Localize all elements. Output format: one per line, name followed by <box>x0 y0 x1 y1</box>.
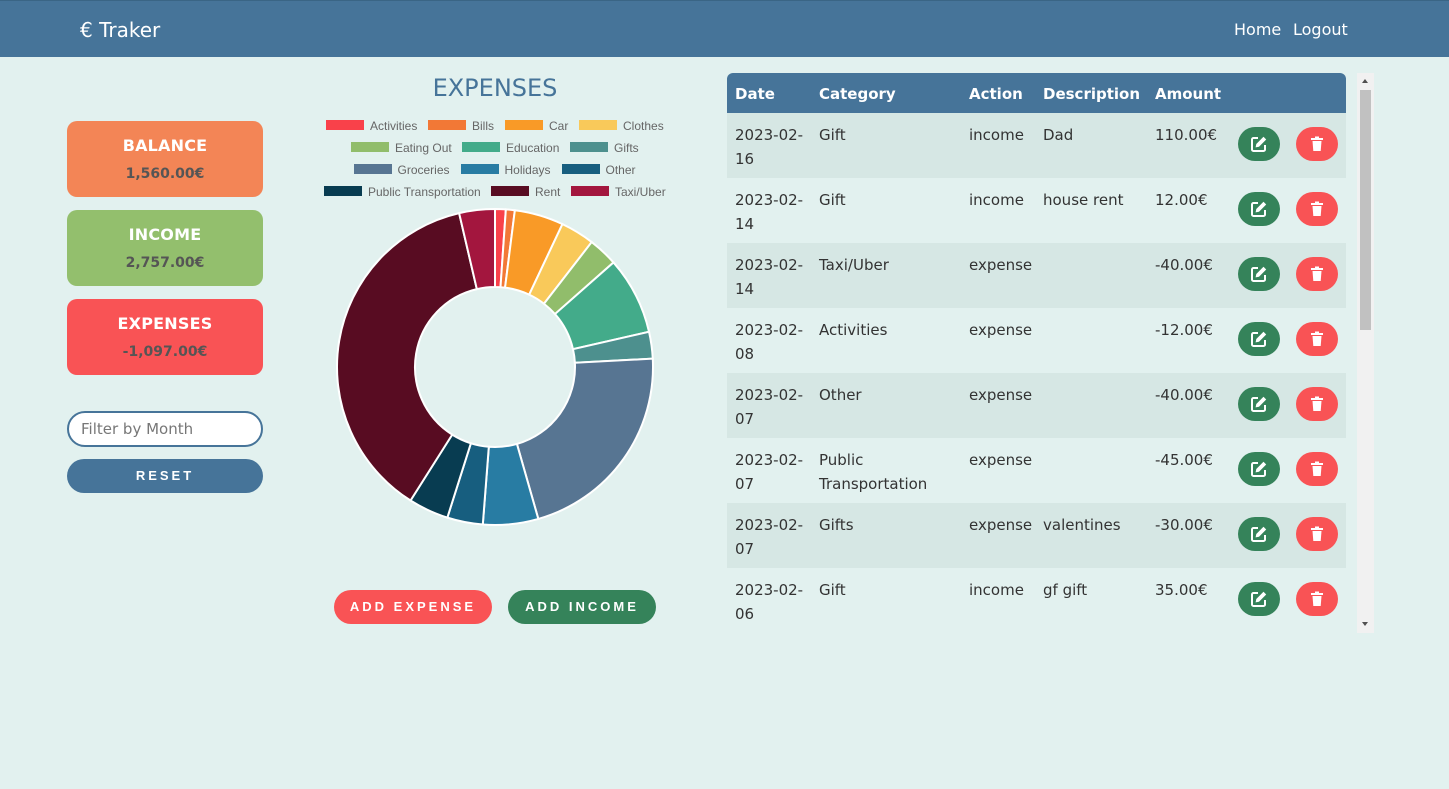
cell-amount: -40.00€ <box>1155 256 1213 274</box>
cell-description: Dad <box>1043 126 1074 144</box>
table-row: 2023-02- 14 Gift income house rent 12.00€ <box>727 178 1346 243</box>
cell-category-part: Transportation <box>819 475 928 493</box>
cell-action: income <box>969 126 1024 144</box>
cell-action: income <box>969 581 1024 599</box>
cell-date: 2023-02- 14 <box>735 253 803 301</box>
edit-button[interactable] <box>1238 322 1280 356</box>
add-income-button[interactable]: ADD INCOME <box>508 590 656 624</box>
delete-button[interactable] <box>1296 257 1338 291</box>
cell-date-part: 07 <box>735 540 755 558</box>
delete-button[interactable] <box>1296 322 1338 356</box>
cell-category: Activities <box>819 321 888 339</box>
add-expense-button[interactable]: ADD EXPENSE <box>334 590 492 624</box>
cell-action: expense <box>969 321 1033 339</box>
cell-amount: -45.00€ <box>1155 451 1213 469</box>
cell-amount: 35.00€ <box>1155 581 1208 599</box>
cell-action: expense <box>969 256 1033 274</box>
cell-date: 2023-02- 16 <box>735 123 803 171</box>
cell-description: house rent <box>1043 191 1124 209</box>
cell-date: 2023-02- 08 <box>735 318 803 366</box>
scroll-down-arrow-icon[interactable] <box>1362 622 1368 626</box>
cell-date-part: 07 <box>735 410 755 428</box>
cell-date-part: 16 <box>735 150 755 168</box>
edit-button[interactable] <box>1238 517 1280 551</box>
cell-date-part: 14 <box>735 215 755 233</box>
cell-category: Taxi/Uber <box>819 256 889 274</box>
cell-date-part: 14 <box>735 280 755 298</box>
edit-button[interactable] <box>1238 452 1280 486</box>
cell-amount: -12.00€ <box>1155 321 1213 339</box>
edit-button[interactable] <box>1238 387 1280 421</box>
scroll-up-arrow-icon[interactable] <box>1362 79 1368 83</box>
cell-category: Gift <box>819 191 846 209</box>
cell-category-part: Public <box>819 451 864 469</box>
cell-description: valentines <box>1043 516 1121 534</box>
delete-button[interactable] <box>1296 582 1338 616</box>
cell-category: Gift <box>819 126 846 144</box>
delete-button[interactable] <box>1296 452 1338 486</box>
chart-slice[interactable] <box>515 357 654 521</box>
cell-date-part: 07 <box>735 475 755 493</box>
cell-action: income <box>969 191 1024 209</box>
cell-date-part: 08 <box>735 345 755 363</box>
delete-button[interactable] <box>1296 517 1338 551</box>
cell-date-part: 2023-02- <box>735 581 804 599</box>
cell-action: expense <box>969 386 1033 404</box>
edit-button[interactable] <box>1238 127 1280 161</box>
cell-category: Gifts <box>819 516 854 534</box>
cell-date-part: 2023-02- <box>735 451 804 469</box>
cell-amount: -40.00€ <box>1155 386 1213 404</box>
table-row: 2023-02- 08 Activities expense -12.00€ <box>727 308 1346 373</box>
edit-button[interactable] <box>1238 192 1280 226</box>
table-row: 2023-02- 07 Gifts expense valentines -30.00€ <box>727 503 1346 568</box>
delete-button[interactable] <box>1296 127 1338 161</box>
table-header: Date Category Action Description Amount <box>727 73 1346 113</box>
header-amount: Amount <box>1155 85 1222 103</box>
cell-date-part: 06 <box>735 605 755 623</box>
cell-date-part: 2023-02- <box>735 256 804 274</box>
cell-date-part: 2023-02- <box>735 321 804 339</box>
cell-description: gf gift <box>1043 581 1088 599</box>
cell-action: expense <box>969 451 1033 469</box>
table-row: 2023-02- 07 Other expense -40.00€ <box>727 373 1346 438</box>
edit-button[interactable] <box>1238 582 1280 616</box>
delete-button[interactable] <box>1296 192 1338 226</box>
table-row: 2023-02- 06 Gift income gf gift 35.00€ <box>727 568 1346 633</box>
cell-date: 2023-02- 07 <box>735 383 803 431</box>
table-scrollbar[interactable] <box>1357 73 1374 633</box>
cell-date-part: 2023-02- <box>735 126 804 144</box>
cell-date: 2023-02- 06 <box>735 578 803 626</box>
table-row: 2023-02- 07 Public Transportation expense -45… <box>727 438 1346 503</box>
header-date: Date <box>735 85 775 103</box>
cell-category: Public Transportation <box>819 448 927 496</box>
delete-button[interactable] <box>1296 387 1338 421</box>
cell-action: expense <box>969 516 1033 534</box>
cell-date-part: 2023-02- <box>735 386 804 404</box>
cell-category: Other <box>819 386 862 404</box>
table-row: 2023-02- 14 Taxi/Uber expense -40.00€ <box>727 243 1346 308</box>
cell-date-part: 2023-02- <box>735 191 804 209</box>
edit-button[interactable] <box>1238 257 1280 291</box>
transactions-table: Date Category Action Description Amount … <box>727 73 1346 633</box>
scrollbar-thumb[interactable] <box>1360 90 1371 330</box>
cell-date: 2023-02- 14 <box>735 188 803 236</box>
cell-date: 2023-02- 07 <box>735 513 803 561</box>
header-action: Action <box>969 85 1023 103</box>
header-category: Category <box>819 85 896 103</box>
cell-date: 2023-02- 07 <box>735 448 803 496</box>
cell-amount: 12.00€ <box>1155 191 1208 209</box>
cell-amount: 110.00€ <box>1155 126 1218 144</box>
header-description: Description <box>1043 85 1141 103</box>
table-row: 2023-02- 16 Gift income Dad 110.00€ <box>727 113 1346 178</box>
cell-amount: -30.00€ <box>1155 516 1213 534</box>
cell-date-part: 2023-02- <box>735 516 804 534</box>
cell-category: Gift <box>819 581 846 599</box>
